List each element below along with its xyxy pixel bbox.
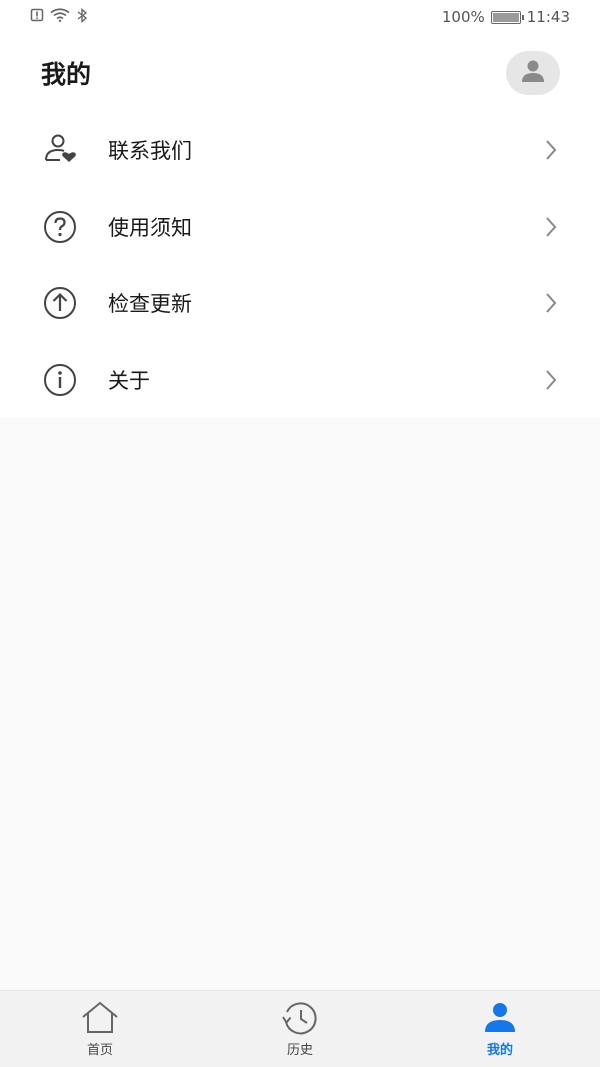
question-circle-icon	[42, 209, 78, 245]
status-right: 100% 11:43	[442, 8, 570, 26]
status-bar: 100% 11:43	[0, 0, 600, 34]
avatar[interactable]	[506, 51, 560, 95]
upload-circle-icon	[42, 285, 78, 321]
chevron-right-icon	[542, 215, 560, 239]
bottom-tab-bar: 首页 历史 我的	[0, 990, 600, 1067]
history-icon	[280, 1001, 320, 1035]
menu-item-label: 联系我们	[108, 139, 192, 164]
contact-heart-icon	[42, 132, 78, 168]
menu-item-contact[interactable]: 联系我们	[0, 112, 600, 189]
tab-label: 历史	[286, 1043, 313, 1058]
user-icon	[480, 1001, 520, 1035]
user-icon	[520, 58, 546, 88]
status-time: 11:43	[526, 8, 570, 26]
home-icon	[80, 1001, 120, 1035]
tab-history[interactable]: 历史	[200, 991, 400, 1067]
info-circle-icon	[42, 362, 78, 398]
tab-label: 首页	[86, 1043, 113, 1058]
menu-item-instructions[interactable]: 使用须知	[0, 189, 600, 266]
menu-item-label: 使用须知	[108, 215, 192, 240]
battery-icon	[490, 10, 524, 24]
chevron-right-icon	[542, 138, 560, 162]
chevron-right-icon	[542, 291, 560, 315]
page-title: 我的	[41, 60, 92, 89]
status-left	[30, 7, 88, 27]
tab-label: 我的	[486, 1043, 513, 1058]
tab-home[interactable]: 首页	[0, 991, 200, 1067]
chevron-right-icon	[542, 368, 560, 392]
battery-percent: 100%	[441, 8, 485, 26]
menu-item-check-update[interactable]: 检查更新	[0, 265, 600, 342]
tab-mine[interactable]: 我的	[400, 991, 600, 1067]
menu-item-label: 关于	[108, 368, 150, 393]
menu-list: 联系我们 使用须知 检查更新 关于	[0, 112, 600, 418]
sim-alert-icon	[30, 8, 44, 26]
wifi-icon	[50, 8, 70, 26]
bluetooth-icon	[76, 7, 88, 27]
header: 我的	[0, 34, 600, 112]
menu-item-label: 检查更新	[108, 292, 192, 317]
menu-item-about[interactable]: 关于	[0, 342, 600, 419]
